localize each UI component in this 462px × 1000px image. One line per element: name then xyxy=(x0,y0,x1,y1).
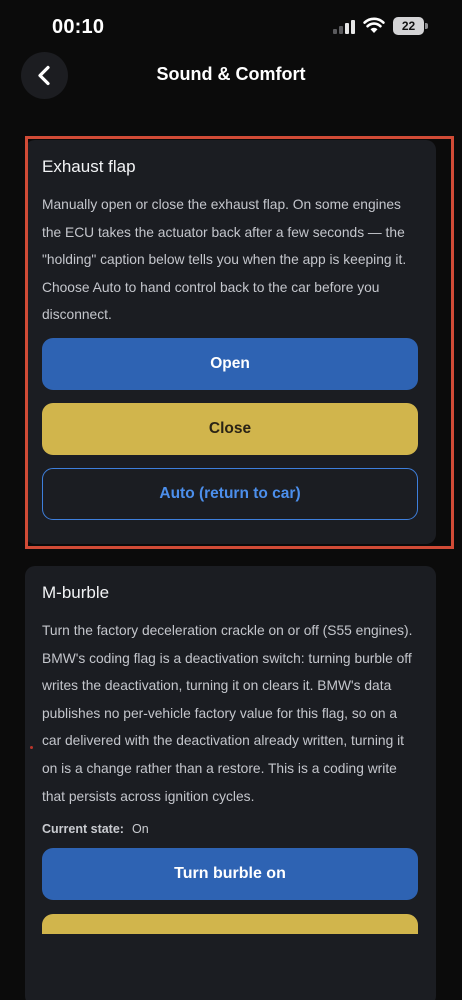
current-state-row: Current state: On xyxy=(42,822,419,836)
cellular-signal-icon xyxy=(333,20,355,34)
wifi-icon xyxy=(363,16,385,34)
current-state-value: On xyxy=(131,822,149,837)
battery-icon: 22 xyxy=(393,17,424,35)
m-burble-card: M-burble Turn the factory deceleration c… xyxy=(25,566,436,1000)
status-bar: 00:10 22 xyxy=(0,0,462,54)
highlight-frame xyxy=(25,136,454,549)
m-burble-description: Turn the factory deceleration crackle on… xyxy=(42,623,413,804)
status-time: 00:10 xyxy=(52,16,105,38)
page-title: Sound & Comfort xyxy=(156,64,306,84)
indicator-dot xyxy=(30,746,33,749)
screen: 00:10 22 Sound & Comfort Exhaust flap Ma… xyxy=(0,0,462,1000)
m-burble-title: M-burble xyxy=(42,583,110,602)
turn-burble-on-button[interactable]: Turn burble on xyxy=(42,848,418,901)
battery-cap xyxy=(425,23,428,29)
current-state-label: Current state: xyxy=(42,822,124,837)
burble-secondary-button[interactable] xyxy=(42,914,418,935)
